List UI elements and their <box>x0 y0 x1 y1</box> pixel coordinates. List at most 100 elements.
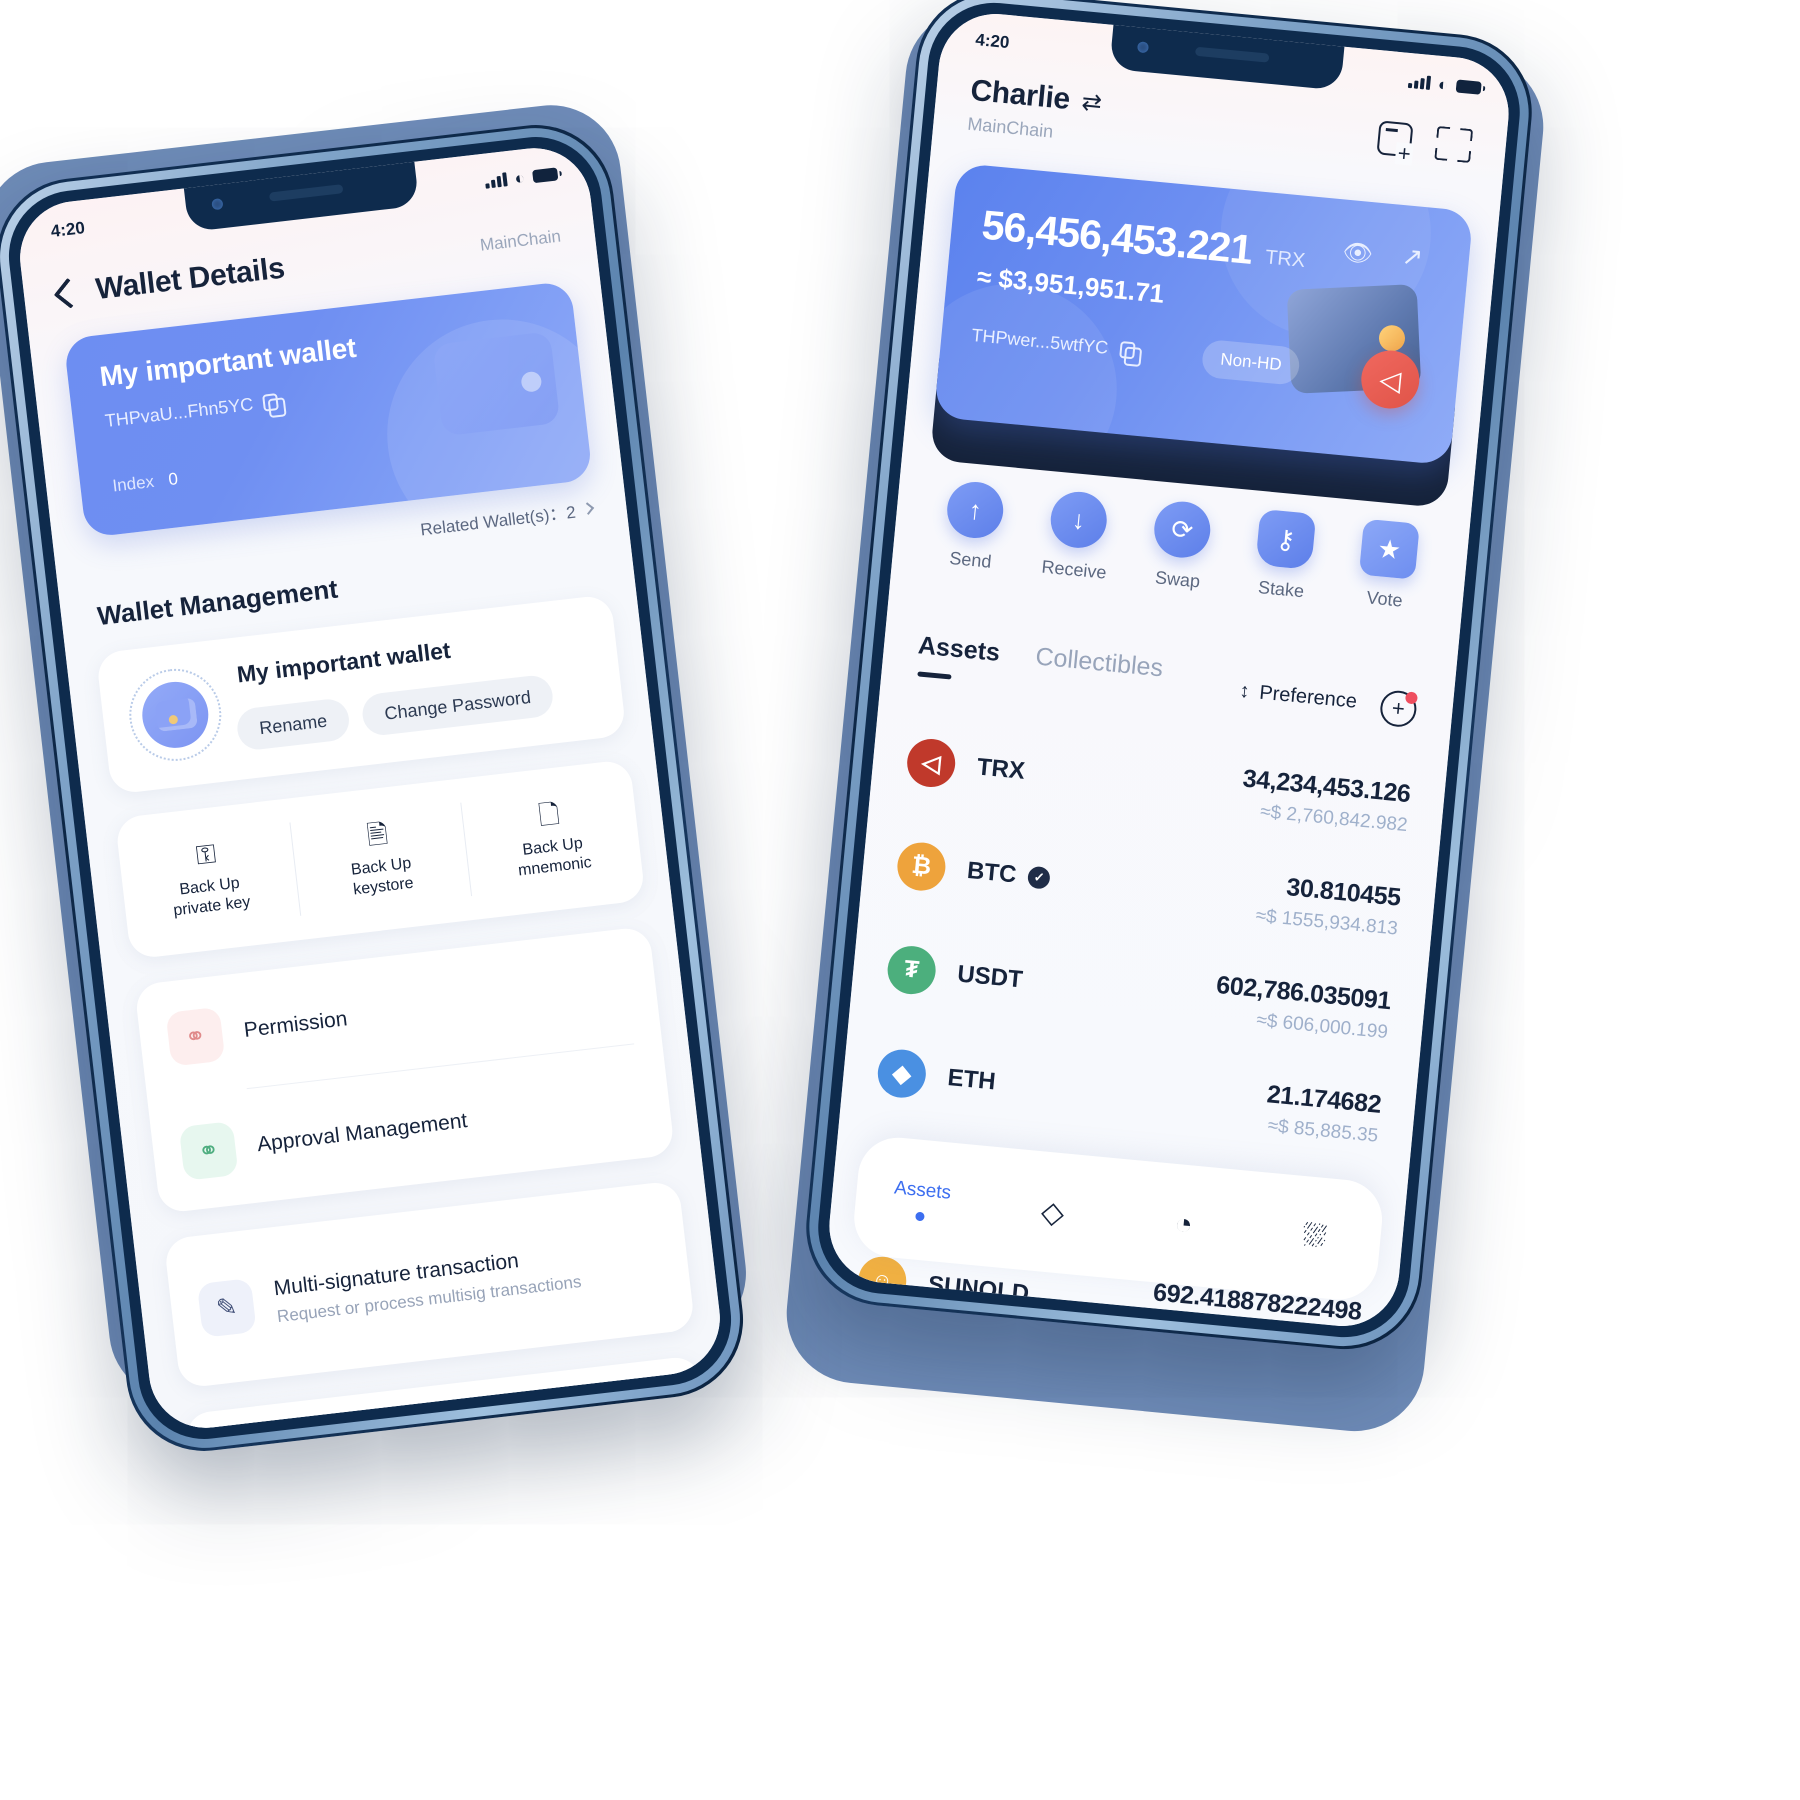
backup-private-key-button[interactable]: ⚿ Back Up private key <box>115 799 303 960</box>
tab-bar-layers[interactable]: ◇ <box>986 1189 1120 1236</box>
status-indicators-right: ◐ <box>1408 72 1482 96</box>
quick-action-vote-label: Vote <box>1365 587 1404 611</box>
wallet-index-value: 0 <box>167 469 180 490</box>
status-time-right: 4:20 <box>974 30 1011 53</box>
menu-item-approval-label: Approval Management <box>255 1108 469 1156</box>
chain-label: MainChain <box>478 226 562 255</box>
phone-left-body: 4:20 ◐ Wallet Details MainChain My impor… <box>1 129 739 1447</box>
wifi-icon: ◐ <box>513 167 526 188</box>
rename-button[interactable]: Rename <box>235 697 352 752</box>
phone-wallet-details: 4:20 ◐ Wallet Details MainChain My impor… <box>0 116 752 1460</box>
discover-icon: ◔ <box>1173 1207 1195 1242</box>
quick-action-send[interactable]: ↑ Send <box>918 477 1030 575</box>
tab-bar-assets-label: Assets <box>893 1176 953 1204</box>
status-badge: Non-HD <box>1200 338 1302 386</box>
permission-user-icon: ⚭ <box>165 1006 226 1067</box>
asset-usd: ≈$ 85,885.35 <box>1266 1114 1380 1147</box>
earpiece-speaker <box>268 184 344 202</box>
asset-values: 34,234,453.126 ≈$ 2,760,842.982 <box>1239 764 1412 837</box>
screen-wallet-details: 4:20 ◐ Wallet Details MainChain My impor… <box>13 142 727 1434</box>
copy-icon[interactable] <box>1119 341 1136 360</box>
backup-private-key-label: Back Up private key <box>172 874 252 920</box>
ethereum-icon: ◆ <box>875 1047 928 1100</box>
screen-assets-home: 4:20 ◐ Charlie ⇄ MainChain + 56,456,453.… <box>824 8 1514 1332</box>
multisig-text-block: Multi-signature transaction Request or p… <box>273 1242 583 1327</box>
sun-icon: ☺ <box>856 1254 909 1307</box>
battery-icon <box>1455 78 1482 95</box>
tab-bar-discover[interactable]: ◔ <box>1117 1202 1251 1248</box>
mnemonic-icon: 🗋 <box>536 798 562 831</box>
sort-arrows-icon: ↕ <box>1238 679 1251 703</box>
front-camera-icon <box>211 198 224 211</box>
approval-check-icon: ⚭ <box>178 1120 239 1181</box>
battery-icon <box>532 166 559 183</box>
arrow-down-icon: ↓ <box>1048 489 1110 551</box>
balance-card: 56,456,453.221 TRX ≈ $3,951,951.71 THPwe… <box>933 162 1474 466</box>
wallet-name: My important wallet <box>98 331 358 393</box>
phone-right-body: 4:20 ◐ Charlie ⇄ MainChain + 56,456,453.… <box>812 0 1526 1344</box>
add-token-glyph: + <box>1390 695 1406 722</box>
tab-bar-assets[interactable]: Assets <box>854 1173 989 1226</box>
tether-icon: ₮ <box>885 943 938 997</box>
asset-symbol: BTC ✓ <box>966 857 1052 893</box>
wifi-icon: ◐ <box>1437 74 1450 95</box>
layers-icon: ◇ <box>1039 1194 1066 1230</box>
key-icon: ⚿ <box>194 838 218 871</box>
asset-values: 30.810455 ≈$ 1555,934.813 <box>1255 870 1402 940</box>
keystore-icon: 🖹 <box>365 818 390 851</box>
tron-icon: ◁ <box>905 736 958 790</box>
arrow-up-right-icon[interactable]: ↗ <box>1401 241 1425 273</box>
account-block[interactable]: Charlie ⇄ MainChain <box>966 74 1103 147</box>
backup-keystore-label: Back Up keystore <box>350 854 415 899</box>
menu-item-permission-label: Permission <box>242 1006 349 1042</box>
bitcoin-icon: ₿ <box>895 840 948 893</box>
asset-amount: 21.174682 <box>1265 1079 1383 1119</box>
cellular-signal-icon <box>1408 74 1431 90</box>
quick-action-vote[interactable]: ★ Vote <box>1332 516 1444 614</box>
wallet-index-label: Index <box>111 471 156 496</box>
quick-action-stake[interactable]: ⚷ Stake <box>1228 507 1340 605</box>
copy-icon[interactable] <box>262 393 279 412</box>
header-actions <box>1376 112 1474 164</box>
add-wallet-icon[interactable] <box>1376 120 1414 158</box>
backup-mnemonic-label: Back Up mnemonic <box>517 834 593 880</box>
change-password-button[interactable]: Change Password <box>360 673 556 738</box>
arrow-up-icon: ↑ <box>944 479 1006 541</box>
earpiece-speaker <box>1194 46 1270 63</box>
asset-symbol-text: SUNOLD <box>926 1271 1031 1308</box>
status-indicators-left: ◐ <box>484 165 559 190</box>
eye-icon[interactable]: 👁 <box>1341 238 1374 270</box>
chain-label: MainChain <box>966 113 1055 142</box>
backup-mnemonic-button[interactable]: 🗋 Back Up mnemonic <box>458 759 646 920</box>
wallet-address-row[interactable]: THPvaU...Fhn5YC <box>104 391 279 432</box>
quick-action-stake-label: Stake <box>1257 577 1305 602</box>
swap-accounts-icon[interactable]: ⇄ <box>1080 87 1102 118</box>
managed-wallet-name: My important wallet <box>235 636 452 688</box>
asset-symbol: ETH <box>946 1064 996 1096</box>
wallet-index: Index 0 <box>112 469 180 496</box>
back-button[interactable] <box>53 277 85 309</box>
scan-qr-icon[interactable] <box>1434 125 1474 164</box>
quick-action-swap[interactable]: ⟳ Swap <box>1125 497 1237 595</box>
quick-action-receive[interactable]: ↓ Receive <box>1021 487 1133 585</box>
asset-symbol: SUNOLD <box>926 1271 1031 1308</box>
status-time-left: 4:20 <box>49 218 86 241</box>
asset-values: 21.174682 ≈$ 85,885.35 <box>1263 1079 1383 1148</box>
asset-symbol: USDT <box>956 961 1024 995</box>
asset-amount: 30.810455 <box>1285 872 1402 912</box>
wallet-illustration <box>432 331 561 437</box>
asset-values: 602,786.035091 ≈$ 606,000.199 <box>1212 970 1392 1043</box>
cellular-signal-icon <box>485 171 508 189</box>
wallet-avatar <box>124 663 227 766</box>
active-dot <box>915 1211 926 1221</box>
ticket-star-icon: ★ <box>1358 518 1420 580</box>
profile-icon: ⛆ <box>1301 1219 1329 1255</box>
screenshot-stage: 4:20 ◐ Wallet Details MainChain My impor… <box>0 0 1800 1800</box>
tab-bar-profile[interactable]: ⛆ <box>1247 1214 1381 1260</box>
quick-action-send-label: Send <box>948 547 993 572</box>
asset-symbol-text: USDT <box>956 960 1024 994</box>
backup-keystore-button[interactable]: 🖹 Back Up keystore <box>286 779 474 940</box>
shield-lock-icon: ⚷ <box>1255 508 1317 570</box>
pencil-icon: ✎ <box>196 1277 257 1338</box>
balance-unit: TRX <box>1264 246 1307 272</box>
